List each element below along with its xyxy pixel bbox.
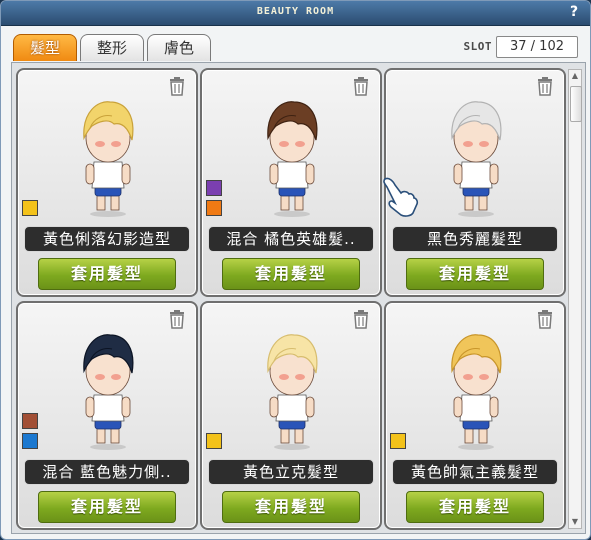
hair-card[interactable]: 混合 藍色魅力側.. 套用髮型 [16,301,198,530]
hand-cursor-icon [383,177,419,217]
scroll-down-arrow-icon[interactable]: ▼ [569,516,581,528]
tab-skin[interactable]: 膚色 [147,34,211,61]
hair-color-swatch [22,200,38,216]
character-avatar-icon [83,334,134,450]
hair-name-label: 黃色俐落幻影造型 [24,226,190,252]
hair-color-swatch [390,433,406,449]
hair-list-panel: 黃色俐落幻影造型 套用髮型 混合 橘色英雄髮.. 套用髮型 黑色秀麗髮型 套用髮型 混合 藍… [11,62,586,534]
character-avatar-icon [451,334,502,450]
character-avatar-icon [267,334,318,450]
hair-color-swatch [206,433,222,449]
scrollbar[interactable]: ▲ ▼ [568,69,582,529]
hair-card[interactable]: 黃色俐落幻影造型套用髮型 [16,68,198,297]
hair-color-swatch [206,200,222,216]
apply-hair-button[interactable]: 套用髮型 [222,491,360,523]
trash-icon[interactable] [536,309,554,329]
apply-hair-button[interactable]: 套用髮型 [406,258,544,290]
scroll-thumb[interactable] [570,86,582,122]
apply-hair-button[interactable]: 套用髮型 [38,491,176,523]
character-avatar-icon [451,101,502,217]
trash-icon[interactable] [352,76,370,96]
tab-hair[interactable]: 髮型 [13,34,77,61]
slot-value: 37 / 102 [496,36,578,58]
hair-color-swatch [22,433,38,449]
hair-card[interactable]: 混合 橘色英雄髮.. 套用髮型 [200,68,382,297]
apply-hair-button[interactable]: 套用髮型 [38,258,176,290]
slot-label: SLOT [463,40,492,53]
apply-hair-button[interactable]: 套用髮型 [406,491,544,523]
hair-color-swatch [206,180,222,196]
tab-face[interactable]: 整形 [80,34,144,61]
hair-name-label: 黃色立克髮型 [208,459,374,485]
hair-color-swatch [22,413,38,429]
hair-name-label: 黑色秀麗髮型 [392,226,558,252]
scroll-up-arrow-icon[interactable]: ▲ [569,70,581,82]
hair-card[interactable]: 黃色帥氣主義髮型套用髮型 [384,301,566,530]
window-title: BEAUTY ROOM [256,6,335,17]
title-bar[interactable]: BEAUTY ROOM ? [1,1,590,26]
beauty-room-window: BEAUTY ROOM ? 髮型 整形 膚色 SLOT 37 / 102 黃色俐… [0,0,591,540]
apply-hair-button[interactable]: 套用髮型 [222,258,360,290]
hair-name-label: 黃色帥氣主義髮型 [392,459,558,485]
trash-icon[interactable] [168,309,186,329]
trash-icon[interactable] [168,76,186,96]
trash-icon[interactable] [352,309,370,329]
hair-card[interactable]: 黃色立克髮型套用髮型 [200,301,382,530]
hair-name-label: 混合 橘色英雄髮.. [208,226,374,252]
hair-grid: 黃色俐落幻影造型 套用髮型 混合 橘色英雄髮.. 套用髮型 黑色秀麗髮型 套用髮型 混合 藍… [16,68,568,530]
hair-name-label: 混合 藍色魅力側.. [24,459,190,485]
trash-icon[interactable] [536,76,554,96]
character-avatar-icon [267,101,318,217]
help-button[interactable]: ? [566,4,582,20]
character-avatar-icon [83,101,134,217]
